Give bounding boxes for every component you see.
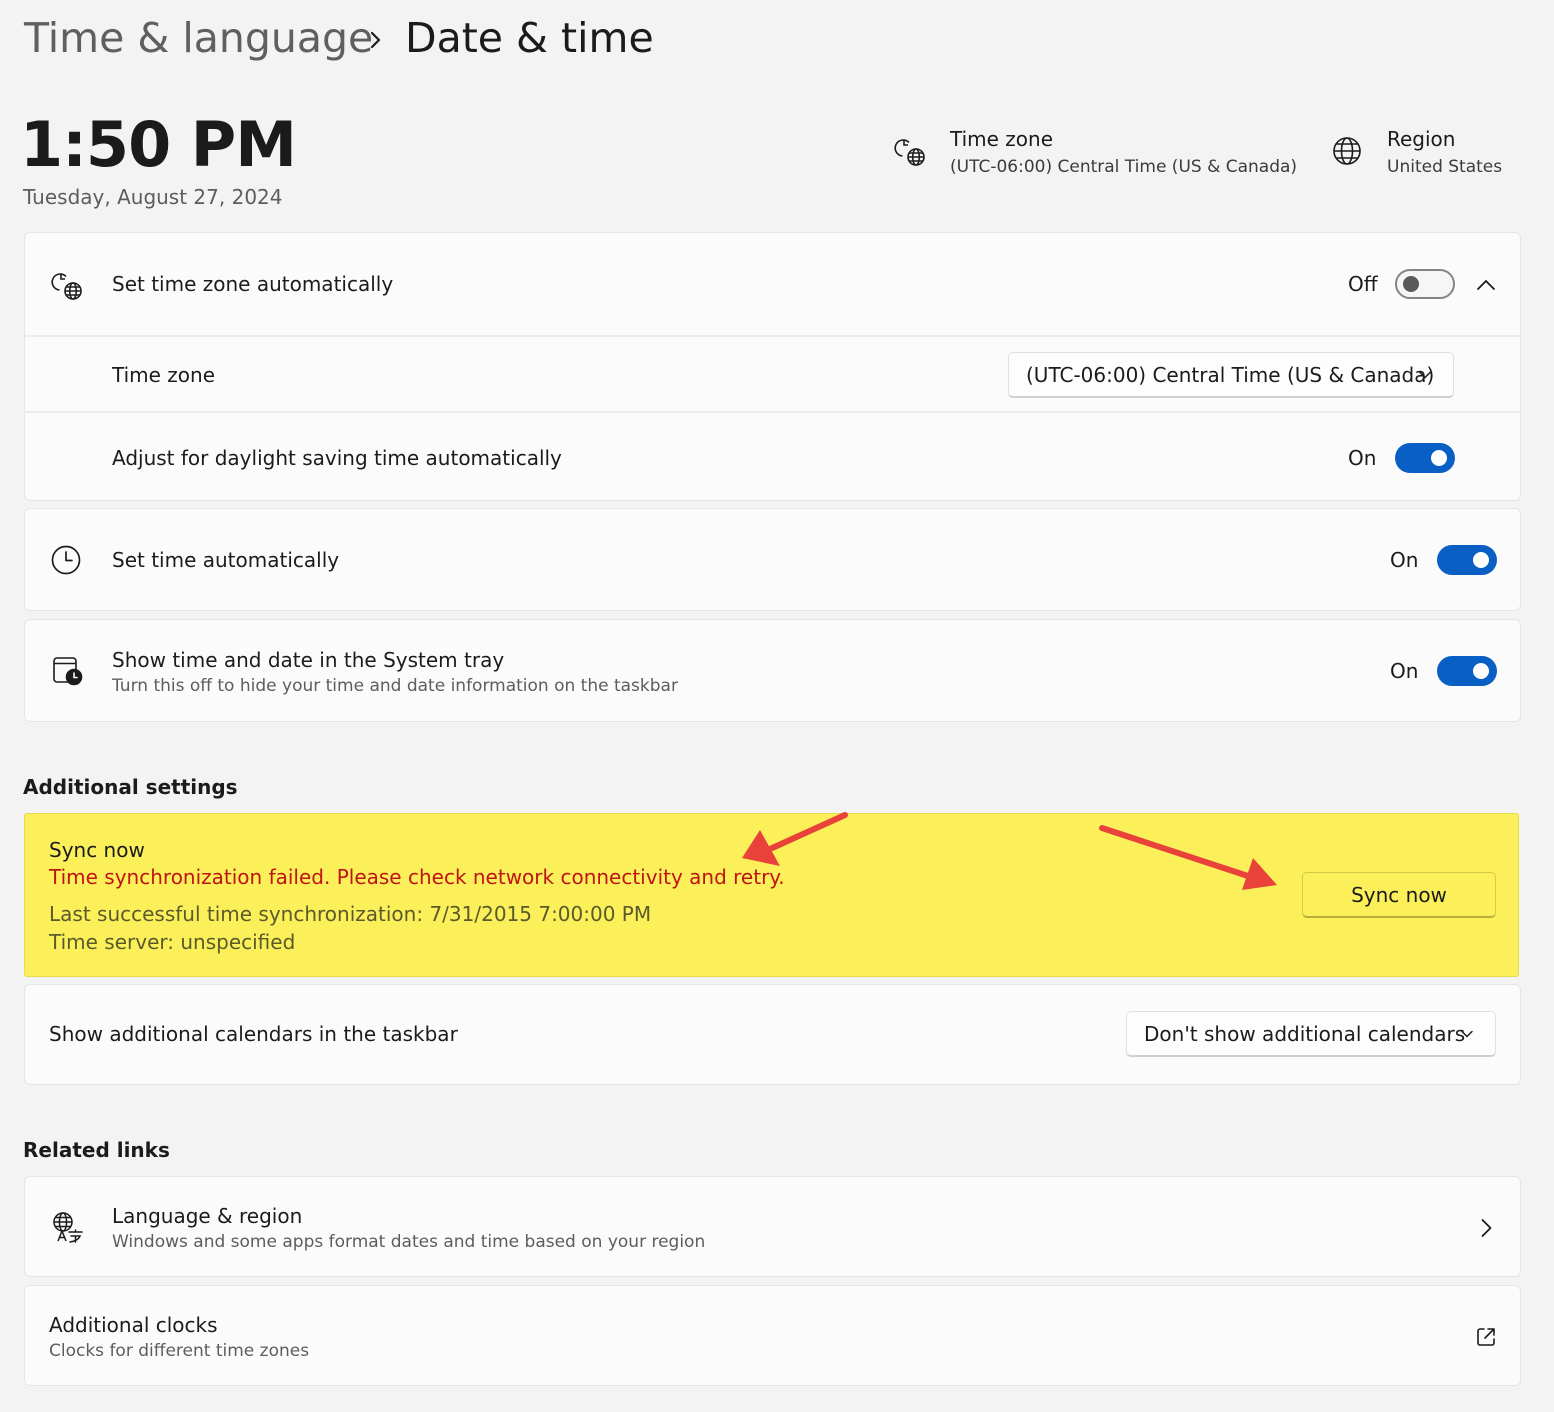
language-icon [50,1210,86,1246]
chevron-down-icon [1459,1026,1475,1042]
additional-calendars-value: Don't show additional calendars [1144,1022,1466,1046]
additional-clocks-description: Clocks for different time zones [49,1341,310,1361]
language-region-description: Windows and some apps format dates and t… [112,1232,706,1252]
additional-clocks-link[interactable] [24,1285,1521,1386]
language-region-title: Language & region [112,1204,303,1228]
additional-calendars-label: Show additional calendars in the taskbar [49,1022,458,1046]
annotation-arrow-error [742,812,848,866]
annotation-arrow-button [1099,825,1277,890]
related-links-heading: Related links [23,1138,170,1162]
chevron-right-icon[interactable] [1474,1216,1498,1240]
additional-calendars-dropdown[interactable]: Don't show additional calendars [1126,1011,1496,1057]
external-link-icon[interactable] [1474,1325,1498,1349]
additional-clocks-title: Additional clocks [49,1313,218,1337]
